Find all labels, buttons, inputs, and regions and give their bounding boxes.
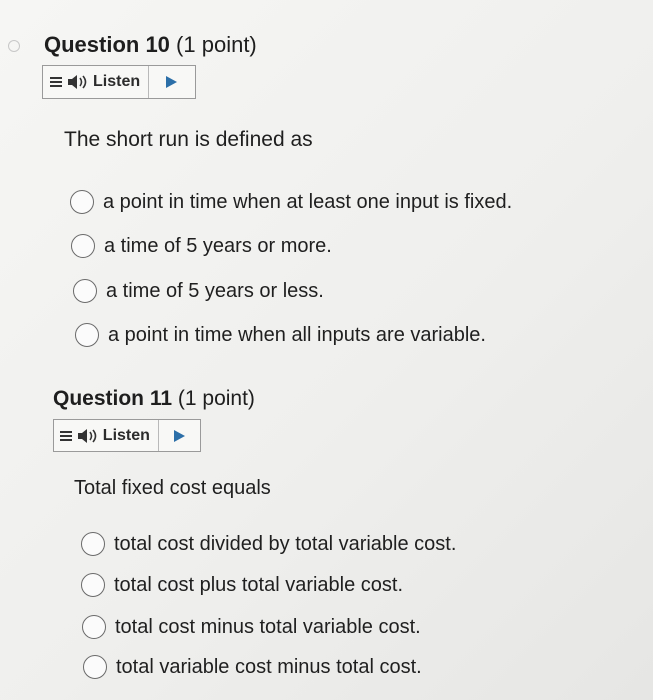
radio-button[interactable] (73, 279, 97, 303)
speaker-icon (77, 428, 97, 443)
page-dot-icon (8, 40, 20, 52)
radio-button[interactable] (83, 655, 107, 679)
radio-button[interactable] (82, 615, 106, 639)
q11-option-2[interactable]: total cost plus total variable cost. (81, 573, 403, 597)
question-10-prompt: The short run is defined as (64, 128, 313, 151)
radio-button[interactable] (71, 234, 95, 258)
listen-button[interactable]: Listen (65, 66, 150, 98)
radio-button[interactable] (75, 323, 99, 347)
listen-button[interactable]: Listen (75, 420, 159, 451)
option-label: total cost plus total variable cost. (114, 573, 404, 596)
radio-button[interactable] (81, 532, 105, 556)
hamburger-icon[interactable] (43, 66, 65, 98)
question-11-prompt: Total fixed cost equals (74, 477, 271, 499)
question-11-title: Question 11 (1 point) (53, 387, 255, 411)
radio-button[interactable] (81, 573, 105, 597)
option-label: a point in time when all inputs are vari… (108, 323, 486, 346)
q10-option-3[interactable]: a time of 5 years or less. (73, 279, 324, 303)
option-label: total cost divided by total variable cos… (114, 532, 457, 555)
play-icon (174, 429, 186, 442)
question-10-title: Question 10 (1 point) (44, 32, 257, 58)
question-points: (1 point) (177, 387, 255, 410)
q11-option-1[interactable]: total cost divided by total variable cos… (81, 532, 456, 556)
speaker-icon (68, 75, 87, 89)
listen-label: Listen (93, 73, 141, 90)
listen-widget-q10[interactable]: Listen (42, 65, 196, 99)
question-points: (1 point) (176, 32, 257, 57)
play-button[interactable] (159, 420, 200, 451)
listen-widget-q11[interactable]: Listen (53, 419, 201, 452)
question-number: Question 11 (53, 387, 173, 410)
q11-option-3[interactable]: total cost minus total variable cost. (82, 615, 421, 639)
radio-button[interactable] (70, 190, 94, 214)
hamburger-icon[interactable] (54, 420, 75, 451)
option-label: a time of 5 years or more. (104, 234, 332, 257)
q10-option-2[interactable]: a time of 5 years or more. (71, 234, 332, 258)
play-button[interactable] (149, 66, 193, 98)
play-icon (166, 76, 178, 88)
option-label: a time of 5 years or less. (106, 279, 324, 302)
q11-option-4[interactable]: total variable cost minus total cost. (83, 655, 422, 679)
listen-label: Listen (102, 426, 150, 444)
q10-option-4[interactable]: a point in time when all inputs are vari… (75, 323, 486, 347)
q10-option-1[interactable]: a point in time when at least one input … (70, 190, 512, 214)
question-number: Question 10 (44, 32, 170, 57)
option-label: a point in time when at least one input … (103, 190, 513, 213)
option-label: total variable cost minus total cost. (116, 655, 422, 678)
option-label: total cost minus total variable cost. (115, 615, 421, 638)
